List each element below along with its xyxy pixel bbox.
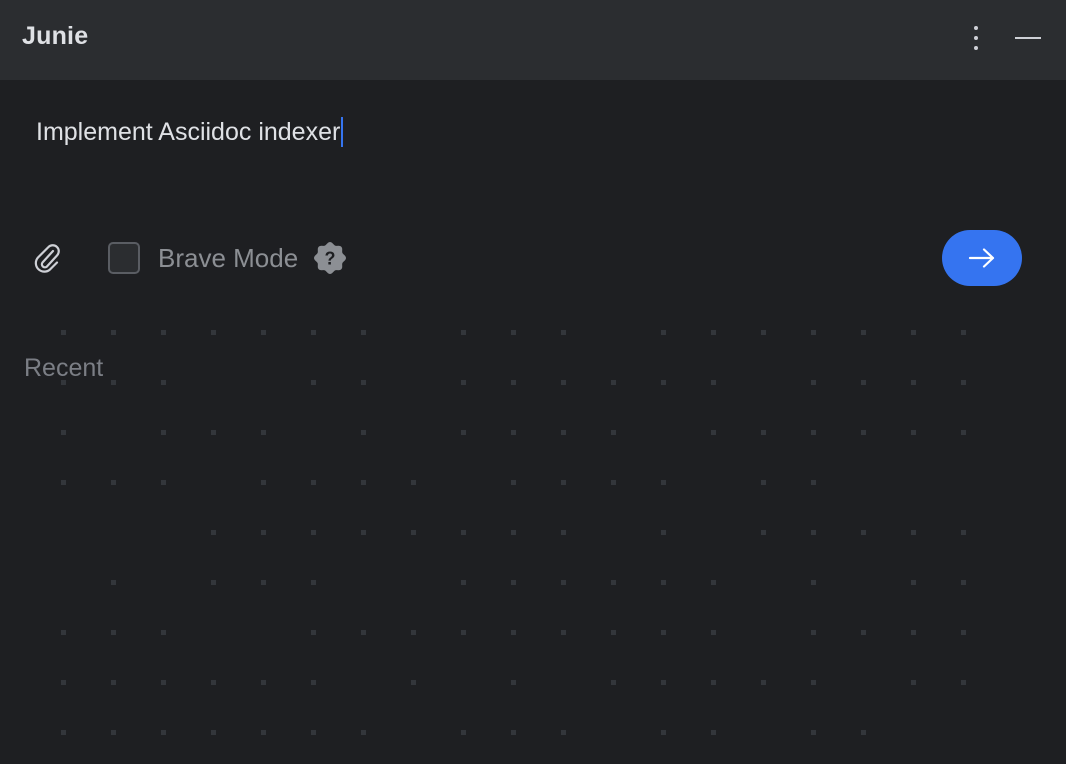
brave-mode-help-button[interactable]: ? [313,241,347,275]
app-title: Junie [22,22,89,50]
question-badge-icon: ? [314,242,346,274]
brave-mode-checkbox[interactable] [108,242,140,274]
minimize-icon [1015,37,1041,39]
arrow-right-icon [968,248,995,268]
vertical-ellipsis-icon-dot [974,46,978,50]
title-bar: Junie [0,0,1066,80]
attach-file-button[interactable] [30,240,64,276]
text-caret [341,117,344,147]
junie-window: Junie Implement Asciidoc indexer Brave M… [0,0,1066,764]
send-button[interactable] [942,230,1022,286]
vertical-ellipsis-icon [974,26,978,30]
minimize-button[interactable] [1010,22,1046,54]
svg-text:?: ? [325,249,336,269]
task-prompt-input[interactable]: Implement Asciidoc indexer [36,112,1016,152]
task-prompt-text: Implement Asciidoc indexer [36,117,341,146]
more-options-button[interactable] [962,20,990,56]
vertical-ellipsis-icon-dot [974,36,978,40]
brave-mode-label: Brave Mode [158,243,299,273]
paperclip-icon [34,244,60,273]
recent-heading: Recent [24,354,104,382]
